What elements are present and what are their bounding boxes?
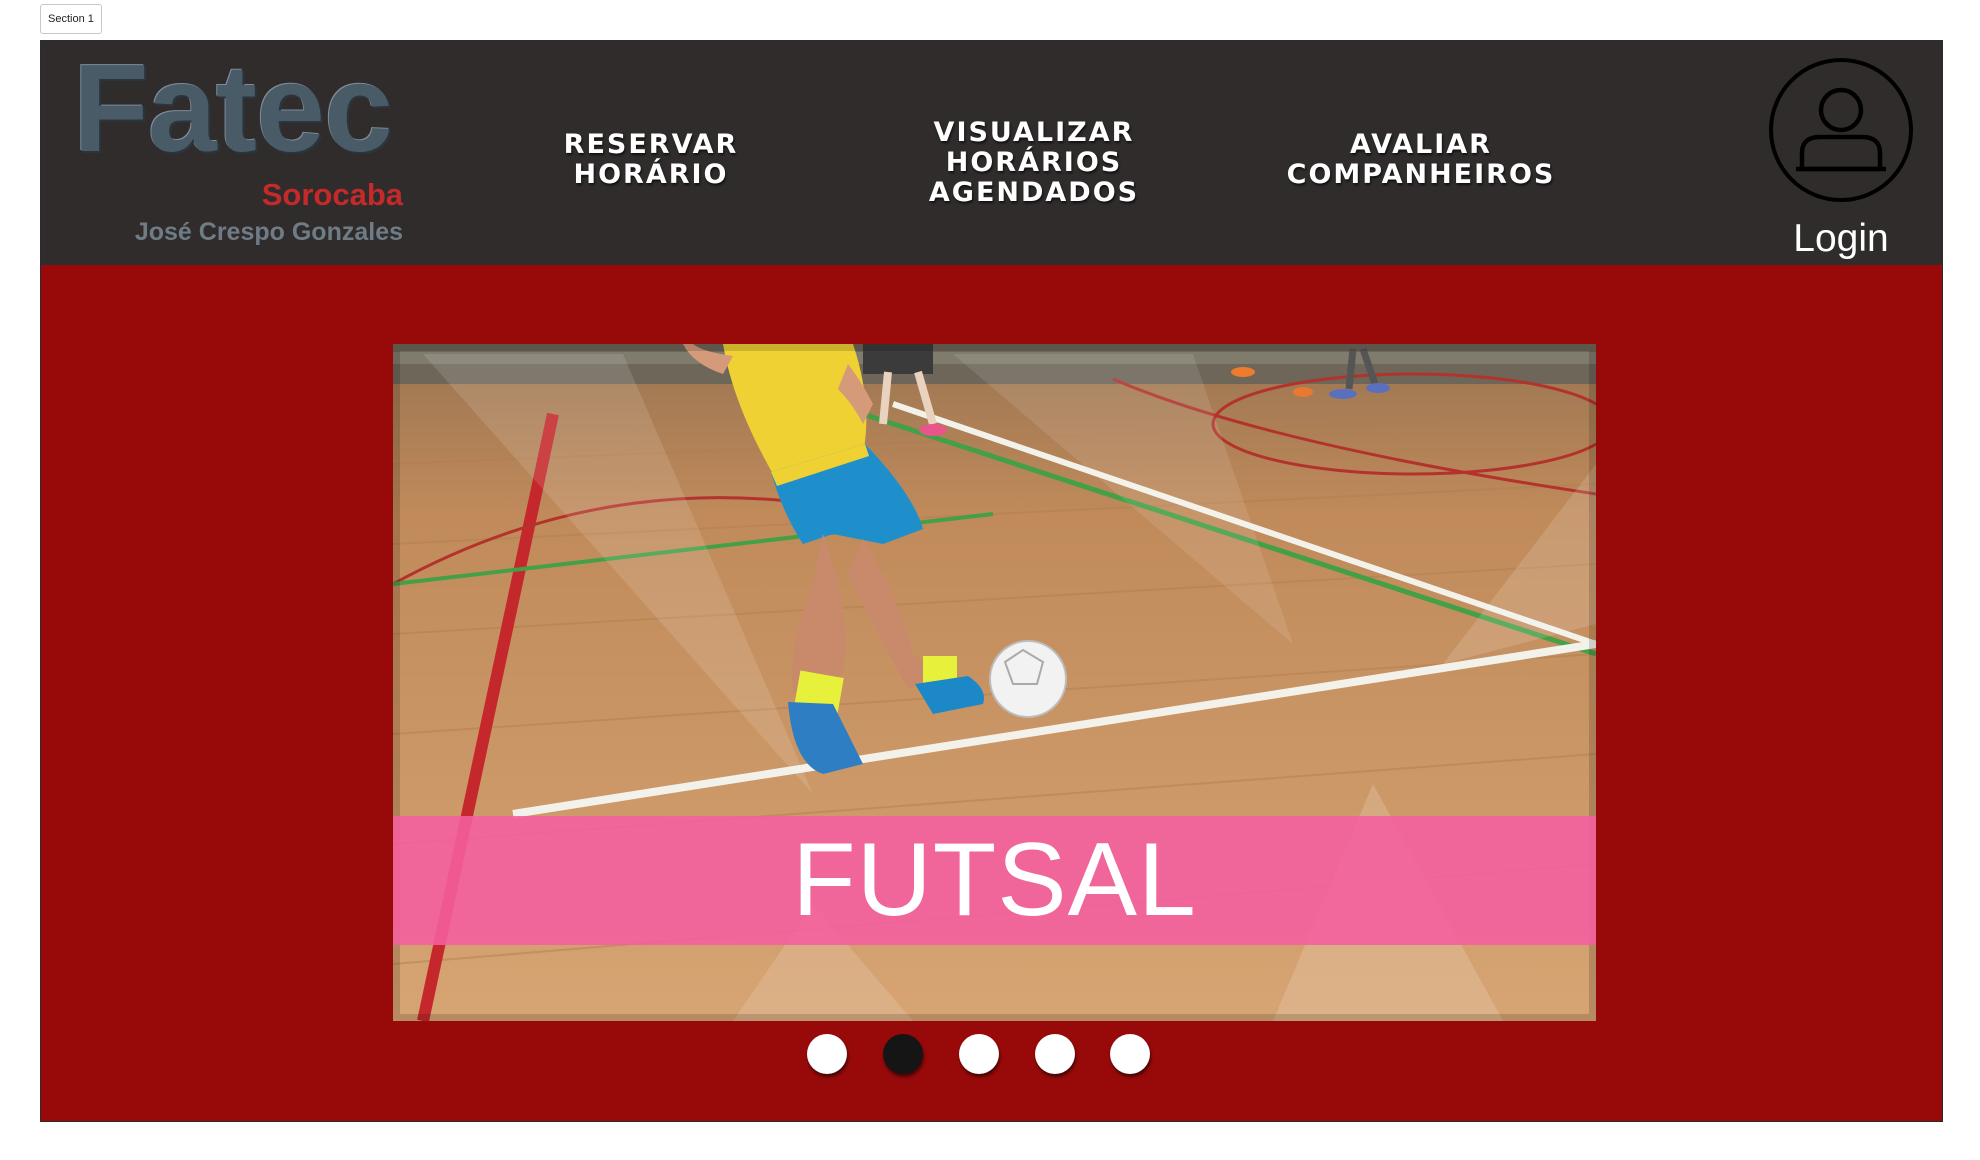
user-icon — [1769, 58, 1913, 202]
logo-name: Fatec — [73, 40, 393, 178]
carousel-dot-1[interactable] — [807, 1034, 847, 1074]
carousel-dot-4[interactable] — [1035, 1034, 1075, 1074]
carousel-slide[interactable]: FUTSAL — [393, 344, 1596, 1021]
fatec-logo[interactable]: Fatec Sorocaba José Crespo Gonzales — [73, 47, 403, 253]
logo-city: Sorocaba — [261, 177, 403, 212]
slide-caption: FUTSAL — [792, 822, 1197, 938]
carousel-dot-2[interactable] — [883, 1034, 923, 1074]
logo-person: José Crespo Gonzales — [134, 218, 403, 246]
nav-visualizar-horarios[interactable]: VISUALIZAR HORÁRIOS AGENDADOS — [869, 118, 1199, 208]
carousel-dot-3[interactable] — [959, 1034, 999, 1074]
nav-reservar-horario[interactable]: RESERVAR HORÁRIO — [521, 130, 781, 190]
page-frame: Fatec Sorocaba José Crespo Gonzales RESE… — [40, 40, 1943, 1122]
carousel-dot-5[interactable] — [1110, 1034, 1150, 1074]
header: Fatec Sorocaba José Crespo Gonzales RESE… — [41, 41, 1942, 265]
nav-avaliar-companheiros[interactable]: AVALIAR COMPANHEIROS — [1251, 130, 1591, 190]
login-label: Login — [1793, 217, 1889, 260]
login-button[interactable]: Login — [1766, 57, 1916, 260]
section-tag[interactable]: Section 1 — [40, 4, 102, 34]
